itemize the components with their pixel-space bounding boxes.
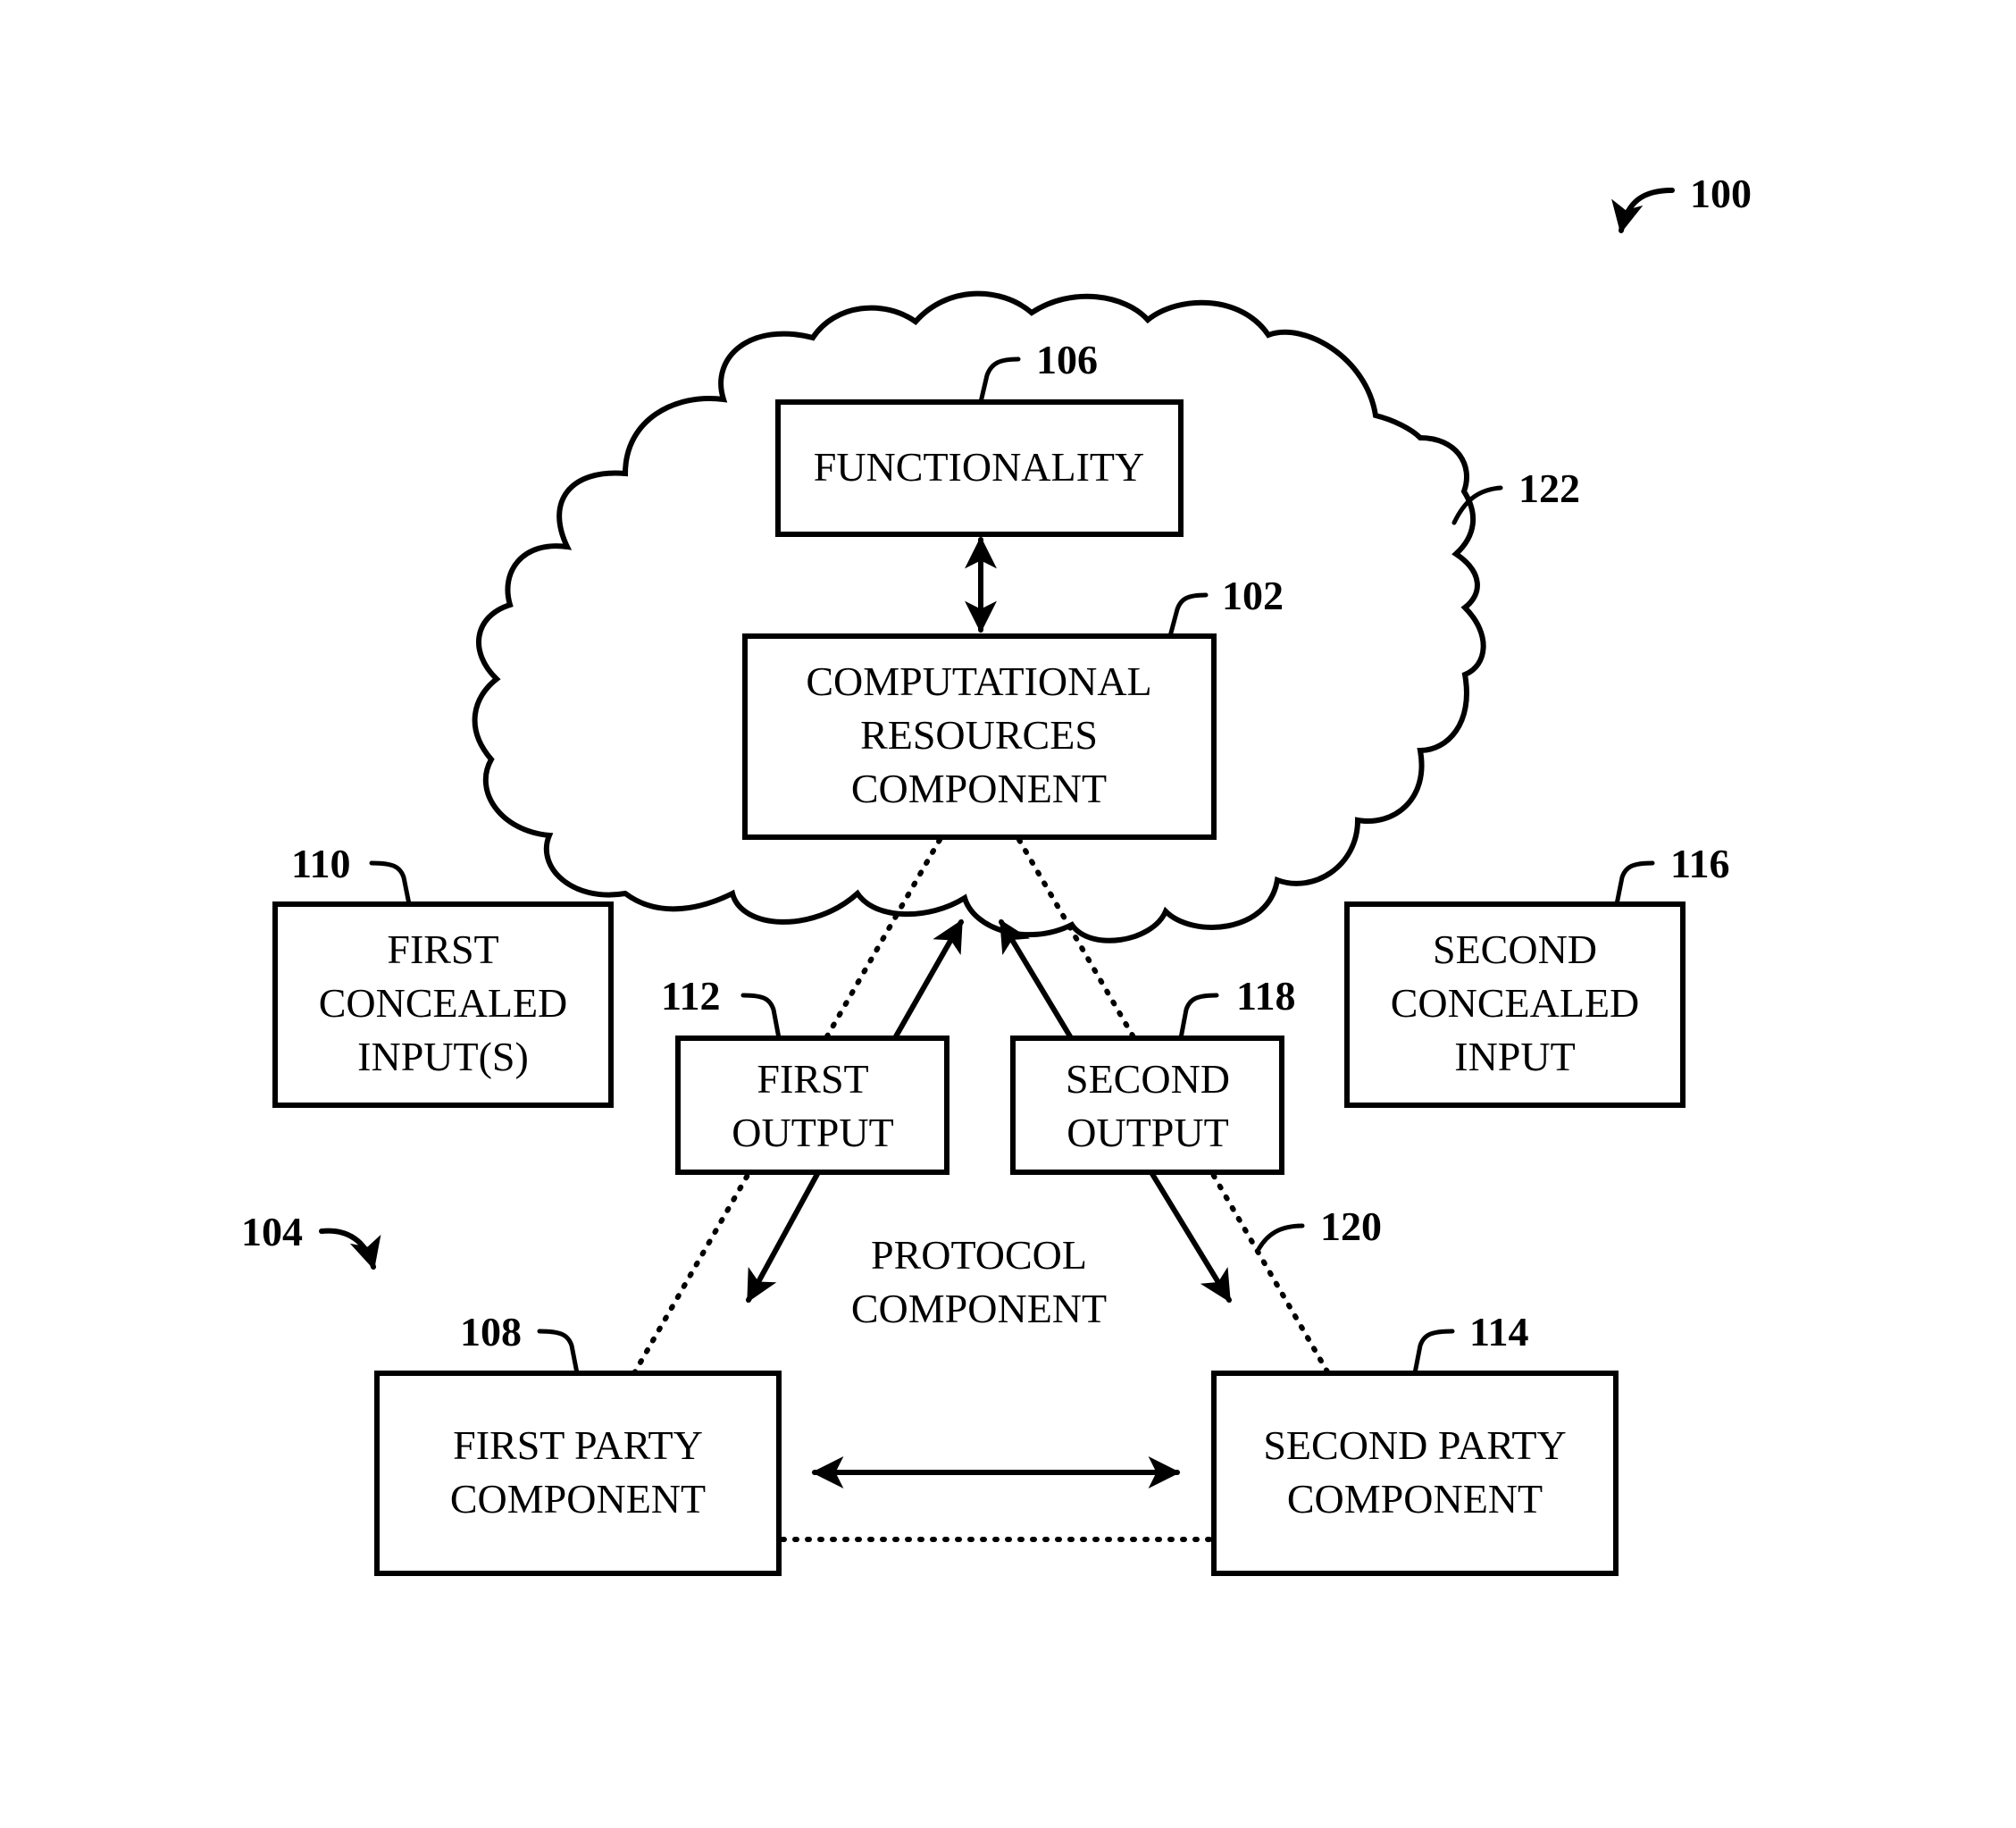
cloud-reference-label: 122	[1518, 465, 1580, 511]
functionality-label: FUNCTIONALITY	[814, 444, 1145, 490]
cloud-environment: 122	[472, 290, 1580, 943]
first-output-leader-line	[740, 993, 782, 1041]
first-party-line-1: FIRST PARTY	[453, 1422, 703, 1468]
second-output-down-arrow-icon	[1150, 1171, 1232, 1304]
protocol-pointer-arrow-icon	[319, 1228, 381, 1270]
first-output-block[interactable]: FIRST OUTPUT 112	[661, 973, 949, 1175]
first-party-reference-label: 108	[460, 1309, 522, 1354]
figure-pointer-arrow-icon	[1611, 188, 1675, 234]
second-party-leader-line	[1412, 1329, 1455, 1376]
second-output-line-2: OUTPUT	[1067, 1110, 1228, 1155]
first-concealed-input-line-2: CONCEALED	[319, 980, 568, 1026]
first-output-line-2: OUTPUT	[732, 1110, 893, 1155]
second-concealed-input-line-3: INPUT	[1454, 1034, 1575, 1079]
first-concealed-input-leader-line	[369, 860, 412, 907]
protocol-reference-label: 104	[241, 1209, 303, 1254]
second-party-box[interactable]	[1211, 1371, 1619, 1576]
computational-resources-line-1: COMPUTATIONAL	[806, 658, 1151, 704]
second-output-reference-label: 118	[1236, 973, 1295, 1019]
second-concealed-input-reference-label: 116	[1670, 841, 1729, 886]
second-party-reference-label: 114	[1469, 1309, 1528, 1354]
first-output-up-arrow-icon	[893, 918, 964, 1039]
second-concealed-input-line-2: CONCEALED	[1391, 980, 1640, 1026]
protocol-line-2: COMPONENT	[851, 1286, 1107, 1331]
second-party-block[interactable]: SECOND PARTY COMPONENT 114	[1211, 1309, 1619, 1576]
first-party-box[interactable]	[374, 1371, 782, 1576]
link-leader-line	[1255, 1223, 1305, 1254]
first-concealed-input-line-1: FIRST	[387, 927, 498, 972]
computational-resources-line-2: RESOURCES	[860, 712, 1098, 758]
second-output-block[interactable]: SECOND OUTPUT 118	[1010, 973, 1295, 1175]
second-concealed-input-leader-line	[1614, 860, 1655, 907]
first-output-reference-label: 112	[661, 973, 720, 1019]
functionality-reference-label: 106	[1036, 337, 1098, 382]
first-party-line-2: COMPONENT	[450, 1476, 706, 1522]
second-output-leader-line	[1178, 993, 1219, 1041]
second-output-up-arrow-icon	[999, 918, 1073, 1039]
first-concealed-input-reference-label: 110	[291, 841, 350, 886]
second-party-line-2: COMPONENT	[1287, 1476, 1543, 1522]
second-concealed-input-block[interactable]: SECOND CONCEALED INPUT 116	[1344, 841, 1729, 1108]
first-concealed-input-line-3: INPUT(S)	[357, 1034, 529, 1079]
protocol-line-1: PROTOCOL	[871, 1232, 1087, 1278]
first-output-down-arrow-icon	[746, 1171, 820, 1304]
link-reference-label: 120	[1320, 1203, 1382, 1249]
first-output-line-1: FIRST	[757, 1056, 868, 1102]
first-party-block[interactable]: FIRST PARTY COMPONENT 108	[374, 1309, 782, 1576]
second-party-line-1: SECOND PARTY	[1263, 1422, 1566, 1468]
computational-resources-line-3: COMPONENT	[851, 766, 1107, 811]
patent-figure: 100 122 FUNCTIONALITY 106 COMPUTATIONAL …	[241, 171, 1752, 1576]
computational-reference-label: 102	[1222, 573, 1284, 618]
second-output-line-1: SECOND	[1066, 1056, 1230, 1102]
figure-reference-label: 100	[1690, 171, 1752, 216]
protocol-component: 104 PROTOCOL COMPONENT	[241, 1209, 1107, 1331]
first-party-leader-line	[537, 1329, 580, 1376]
second-concealed-input-line-1: SECOND	[1433, 927, 1597, 972]
figure-reference-100: 100	[1611, 171, 1752, 234]
